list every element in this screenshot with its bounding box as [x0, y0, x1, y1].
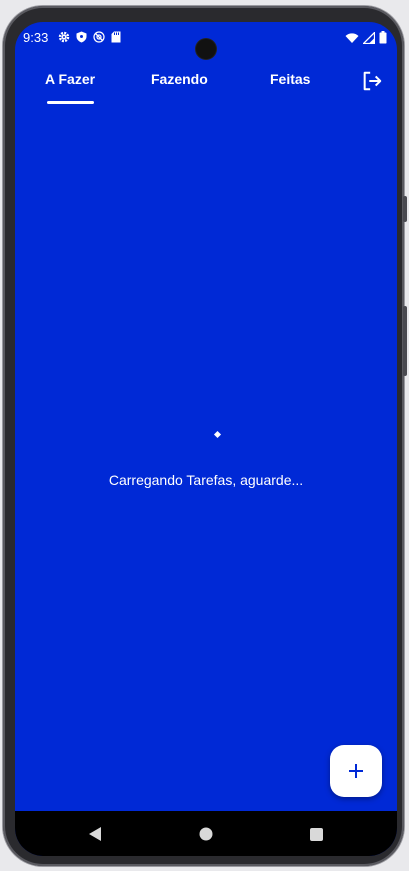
status-icons-right — [345, 31, 387, 44]
tab-bar: A Fazer Fazendo Feitas — [15, 58, 397, 104]
back-icon — [89, 827, 101, 841]
tab-feitas[interactable]: Feitas — [270, 71, 310, 87]
loading-spinner — [213, 430, 222, 439]
tab-a-fazer[interactable]: A Fazer — [45, 71, 95, 87]
recents-icon — [309, 827, 323, 841]
system-navigation-bar — [15, 811, 397, 856]
back-button[interactable] — [85, 824, 105, 844]
loading-message: Carregando Tarefas, aguarde... — [108, 472, 304, 488]
sd-card-icon — [111, 31, 121, 43]
logout-button[interactable] — [361, 70, 383, 92]
app-screen: 9:33 A Fazer Fazendo Feitas Carregando T… — [15, 22, 397, 856]
home-icon — [199, 827, 213, 841]
plus-icon — [349, 764, 363, 778]
tab-fazendo[interactable]: Fazendo — [151, 71, 208, 87]
recents-button[interactable] — [306, 824, 326, 844]
shield-icon — [76, 31, 87, 43]
status-time: 9:33 — [23, 30, 49, 45]
signal-icon — [363, 31, 375, 44]
settings-icon — [58, 31, 70, 43]
logout-icon — [363, 71, 382, 91]
front-camera — [196, 39, 216, 59]
battery-icon — [379, 31, 387, 44]
wifi-icon — [345, 32, 359, 43]
selected-tab-indicator — [47, 101, 94, 104]
status-icons-left — [58, 31, 121, 43]
power-button — [403, 306, 407, 376]
at-sign-icon — [93, 31, 105, 43]
home-button[interactable] — [196, 824, 216, 844]
phone-frame: 9:33 A Fazer Fazendo Feitas Carregando T… — [3, 6, 407, 866]
volume-button — [403, 196, 407, 222]
add-task-button[interactable] — [330, 745, 382, 797]
